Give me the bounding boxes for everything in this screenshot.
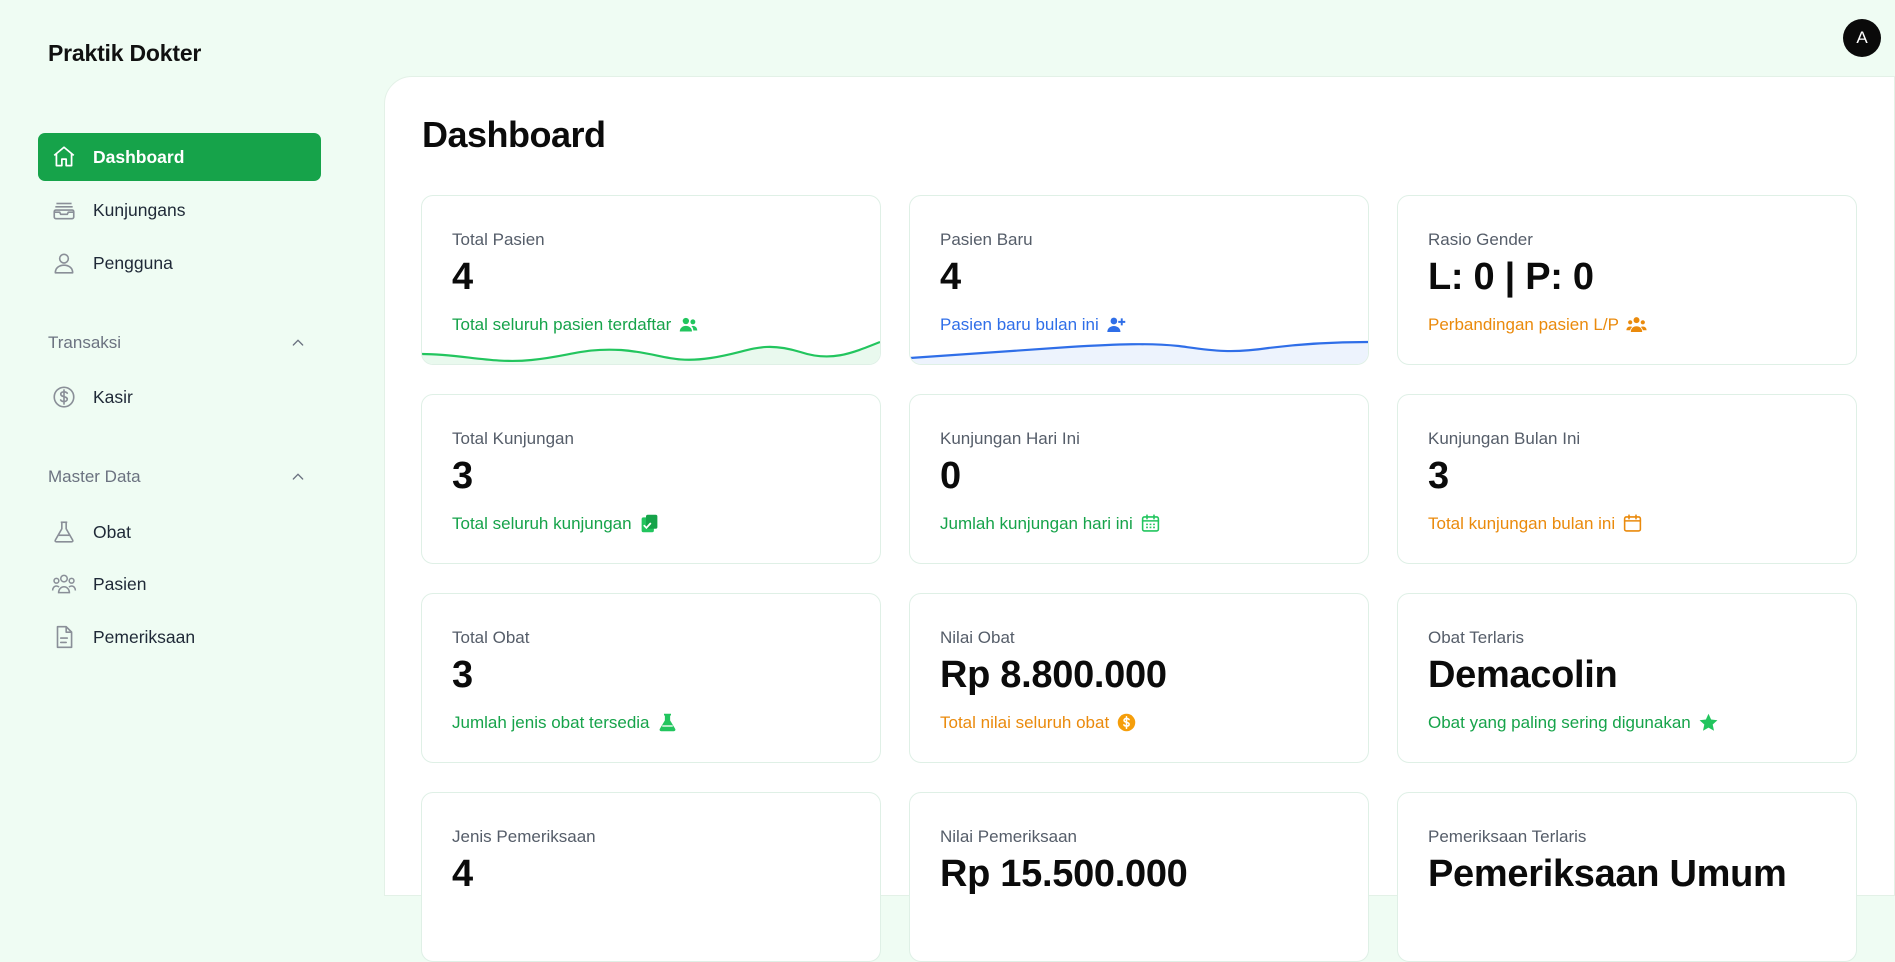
card-value: L: 0 | P: 0 — [1428, 256, 1594, 298]
stat-card-pasien-baru: Pasien Baru 4 Pasien baru bulan ini — [909, 195, 1369, 365]
card-label: Rasio Gender — [1428, 230, 1533, 249]
stat-card-total-pasien: Total Pasien 4 Total seluruh pasien terd… — [421, 195, 881, 365]
card-label: Obat Terlaris — [1428, 628, 1525, 647]
dollar-icon — [50, 383, 78, 411]
inbox-icon — [50, 196, 78, 224]
page-title: Dashboard — [422, 114, 606, 155]
sidebar-item-obat[interactable]: Obat — [38, 508, 321, 556]
stat-card-kunjungan-bulan-ini: Kunjungan Bulan Ini 3 Total kunjungan bu… — [1397, 394, 1857, 564]
card-value: 3 — [452, 455, 473, 497]
sparkline-chart — [422, 340, 880, 364]
card-value: Rp 15.500.000 — [940, 853, 1188, 895]
home-icon — [50, 143, 78, 171]
chevron-up-icon — [292, 473, 304, 480]
card-description: Total kunjungan bulan ini — [1428, 513, 1643, 534]
card-label: Total Obat — [452, 628, 530, 647]
flask-icon — [659, 713, 675, 732]
card-description-text: Jumlah jenis obat tersedia — [452, 712, 650, 732]
card-value: Demacolin — [1428, 654, 1618, 696]
sidebar-item-kasir[interactable]: Kasir — [38, 373, 321, 421]
card-value: 4 — [452, 256, 473, 298]
card-description-text: Total nilai seluruh obat — [940, 712, 1110, 732]
clipboard-check-icon — [641, 514, 657, 533]
sidebar-item-label: Pengguna — [93, 252, 173, 273]
group-label: Master Data — [48, 467, 141, 486]
calendar-icon — [1623, 514, 1642, 532]
card-description: Total nilai seluruh obat — [940, 712, 1137, 733]
card-value: Rp 8.800.000 — [940, 654, 1167, 696]
card-label: Nilai Pemeriksaan — [940, 827, 1077, 846]
card-label: Kunjungan Bulan Ini — [1428, 429, 1581, 448]
card-label: Kunjungan Hari Ini — [940, 429, 1080, 448]
card-value: 0 — [940, 455, 961, 497]
group-label: Transaksi — [48, 333, 122, 352]
card-description: Perbandingan pasien L/P — [1428, 314, 1647, 335]
users-icon — [50, 570, 78, 598]
stat-card-total-obat: Total Obat 3 Jumlah jenis obat tersedia — [421, 593, 881, 763]
dollar-icon — [1117, 713, 1136, 732]
sidebar-item-pemeriksaan[interactable]: Pemeriksaan — [38, 613, 321, 661]
user-icon — [50, 249, 78, 277]
chevron-up-icon — [292, 339, 304, 346]
card-value: 3 — [452, 654, 473, 696]
sidebar-item-label: Pasien — [93, 573, 147, 594]
sidebar-item-pengguna[interactable]: Pengguna — [38, 239, 321, 287]
card-value: 4 — [940, 256, 961, 298]
card-label: Pasien Baru — [940, 230, 1033, 249]
card-description: Jumlah kunjungan hari ini — [940, 513, 1161, 534]
sidebar-item-label: Dashboard — [93, 146, 185, 167]
users-icon — [1626, 317, 1647, 332]
flask-icon — [50, 518, 78, 546]
card-label: Nilai Obat — [940, 628, 1015, 647]
card-label: Pemeriksaan Terlaris — [1428, 827, 1587, 846]
card-value: 3 — [1428, 455, 1449, 497]
card-description-text: Total kunjungan bulan ini — [1428, 513, 1616, 533]
stat-card-kunjungan-hari-ini: Kunjungan Hari Ini 0 Jumlah kunjungan ha… — [909, 394, 1369, 564]
stat-card-total-kunjungan: Total Kunjungan 3 Total seluruh kunjunga… — [421, 394, 881, 564]
sidebar-item-dashboard[interactable]: Dashboard — [38, 133, 321, 181]
stat-card-pemeriksaan-terlaris: Pemeriksaan Terlaris Pemeriksaan Umum — [1397, 792, 1857, 962]
group-toggle-master-data[interactable]: Master Data — [48, 467, 308, 487]
sidebar-item-label: Obat — [93, 521, 131, 542]
card-description-text: Perbandingan pasien L/P — [1428, 314, 1619, 334]
card-label: Jenis Pemeriksaan — [452, 827, 596, 846]
card-description: Total seluruh kunjungan — [452, 513, 660, 534]
card-value: Pemeriksaan Umum — [1428, 853, 1787, 895]
sidebar-item-label: Kasir — [93, 386, 133, 407]
document-icon — [50, 623, 78, 651]
sparkline-chart — [910, 340, 1368, 364]
group-toggle-transaksi[interactable]: Transaksi — [48, 333, 308, 353]
stat-card-rasio-gender: Rasio Gender L: 0 | P: 0 Perbandingan pa… — [1397, 195, 1857, 365]
stat-card-nilai-obat: Nilai Obat Rp 8.800.000 Total nilai selu… — [909, 593, 1369, 763]
card-value: 4 — [452, 853, 473, 895]
card-description-text: Jumlah kunjungan hari ini — [940, 513, 1133, 533]
stat-card-jenis-pemeriksaan: Jenis Pemeriksaan 4 — [421, 792, 881, 962]
star-icon — [1699, 713, 1718, 731]
sidebar-item-label: Pemeriksaan — [93, 626, 196, 647]
calendar-icon — [1141, 514, 1159, 532]
user-avatar[interactable]: A — [1843, 19, 1881, 57]
card-label: Total Kunjungan — [452, 429, 574, 448]
card-label: Total Pasien — [452, 230, 545, 249]
app-brand: Praktik Dokter — [48, 40, 202, 66]
card-description-text: Total seluruh kunjungan — [452, 513, 632, 533]
card-description-text: Obat yang paling sering digunakan — [1428, 712, 1691, 732]
stat-card-obat-terlaris: Obat Terlaris Demacolin Obat yang paling… — [1397, 593, 1857, 763]
card-description: Jumlah jenis obat tersedia — [452, 712, 678, 733]
sidebar-item-pasien[interactable]: Pasien — [38, 560, 321, 608]
card-description: Obat yang paling sering digunakan — [1428, 712, 1719, 733]
stat-card-nilai-pemeriksaan: Nilai Pemeriksaan Rp 15.500.000 — [909, 792, 1369, 962]
sidebar-item-kunjungans[interactable]: Kunjungans — [38, 186, 321, 234]
sidebar-item-label: Kunjungans — [93, 199, 186, 220]
